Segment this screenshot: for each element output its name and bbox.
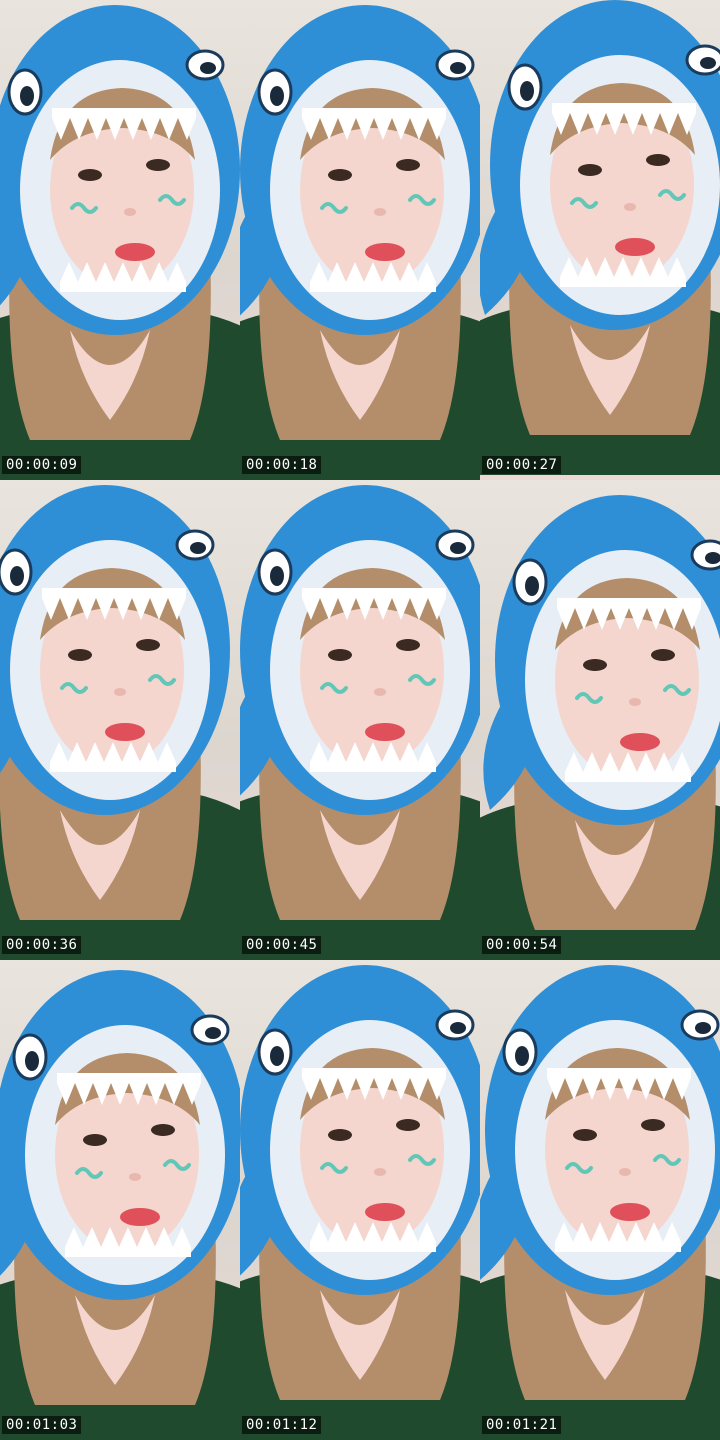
frame-timestamp: 00:00:45 (242, 936, 322, 954)
subject (240, 965, 480, 1440)
lips (115, 243, 155, 261)
lips (105, 723, 145, 741)
shark-pupil (450, 542, 466, 554)
nose (624, 203, 636, 211)
shark-pupil (200, 62, 216, 74)
frame-timestamp: 00:00:18 (242, 456, 322, 474)
frame-image (480, 965, 720, 1440)
shark-pupil (450, 62, 466, 74)
shark-pupil (525, 576, 539, 596)
frame-timestamp: 00:01:03 (2, 1416, 82, 1434)
frame-image (240, 5, 480, 480)
shark-pupil (270, 566, 284, 586)
subject (240, 485, 480, 960)
shark-pupil (10, 566, 24, 586)
shark-pupil (270, 86, 284, 106)
video-frame[interactable]: 00:01:12 (240, 960, 480, 1440)
lips (365, 723, 405, 741)
lips (120, 1208, 160, 1226)
frame-image (0, 485, 240, 960)
shark-pupil (450, 1022, 466, 1034)
frame-timestamp: 00:00:09 (2, 456, 82, 474)
eye (328, 169, 352, 181)
shark-pupil (190, 542, 206, 554)
eye (573, 1129, 597, 1141)
eye (151, 1124, 175, 1136)
frame-timestamp: 00:00:27 (482, 456, 562, 474)
frame-image (480, 495, 720, 960)
video-frame[interactable]: 00:01:21 (480, 960, 720, 1440)
nose (129, 1173, 141, 1181)
eye (583, 659, 607, 671)
frame-image (0, 970, 240, 1440)
eye (78, 169, 102, 181)
shark-pupil (205, 1027, 221, 1039)
eye (328, 1129, 352, 1141)
shark-pupil (25, 1051, 39, 1071)
video-frame[interactable]: 00:00:18 (240, 0, 480, 480)
nose (124, 208, 136, 216)
shark-pupil (700, 57, 716, 69)
eye (578, 164, 602, 176)
frame-image (480, 0, 720, 475)
eye (328, 649, 352, 661)
eye (396, 639, 420, 651)
eye (396, 1119, 420, 1131)
frame-image (240, 485, 480, 960)
video-frame[interactable]: 00:00:45 (240, 480, 480, 960)
eye (68, 649, 92, 661)
shark-pupil (515, 1046, 529, 1066)
lips (620, 733, 660, 751)
shark-pupil (20, 86, 34, 106)
frame-image (240, 965, 480, 1440)
video-frame[interactable]: 00:00:36 (0, 480, 240, 960)
frame-timestamp: 00:01:12 (242, 1416, 322, 1434)
video-frame[interactable]: 00:01:03 (0, 960, 240, 1440)
video-frame-grid: 00:00:09 00:00:18 00:00:27 00:00:36 00:0… (0, 0, 720, 1440)
frame-timestamp: 00:00:36 (2, 936, 82, 954)
subject (0, 970, 240, 1440)
eye (146, 159, 170, 171)
lips (365, 1203, 405, 1221)
eye (641, 1119, 665, 1131)
subject (480, 965, 720, 1440)
nose (629, 698, 641, 706)
lips (615, 238, 655, 256)
nose (374, 1168, 386, 1176)
nose (114, 688, 126, 696)
lips (610, 1203, 650, 1221)
subject (480, 495, 720, 960)
nose (374, 688, 386, 696)
lips (365, 243, 405, 261)
subject (480, 0, 720, 475)
subject (0, 5, 240, 480)
shark-pupil (695, 1022, 711, 1034)
frame-image (0, 5, 240, 480)
shark-pupil (270, 1046, 284, 1066)
frame-timestamp: 00:01:21 (482, 1416, 562, 1434)
nose (374, 208, 386, 216)
nose (619, 1168, 631, 1176)
subject (240, 5, 480, 480)
subject (0, 485, 240, 960)
shark-pupil (520, 81, 534, 101)
frame-timestamp: 00:00:54 (482, 936, 562, 954)
video-frame[interactable]: 00:00:09 (0, 0, 240, 480)
eye (83, 1134, 107, 1146)
video-frame[interactable]: 00:00:54 (480, 480, 720, 960)
eye (136, 639, 160, 651)
eye (651, 649, 675, 661)
eye (396, 159, 420, 171)
video-frame[interactable]: 00:00:27 (480, 0, 720, 480)
eye (646, 154, 670, 166)
